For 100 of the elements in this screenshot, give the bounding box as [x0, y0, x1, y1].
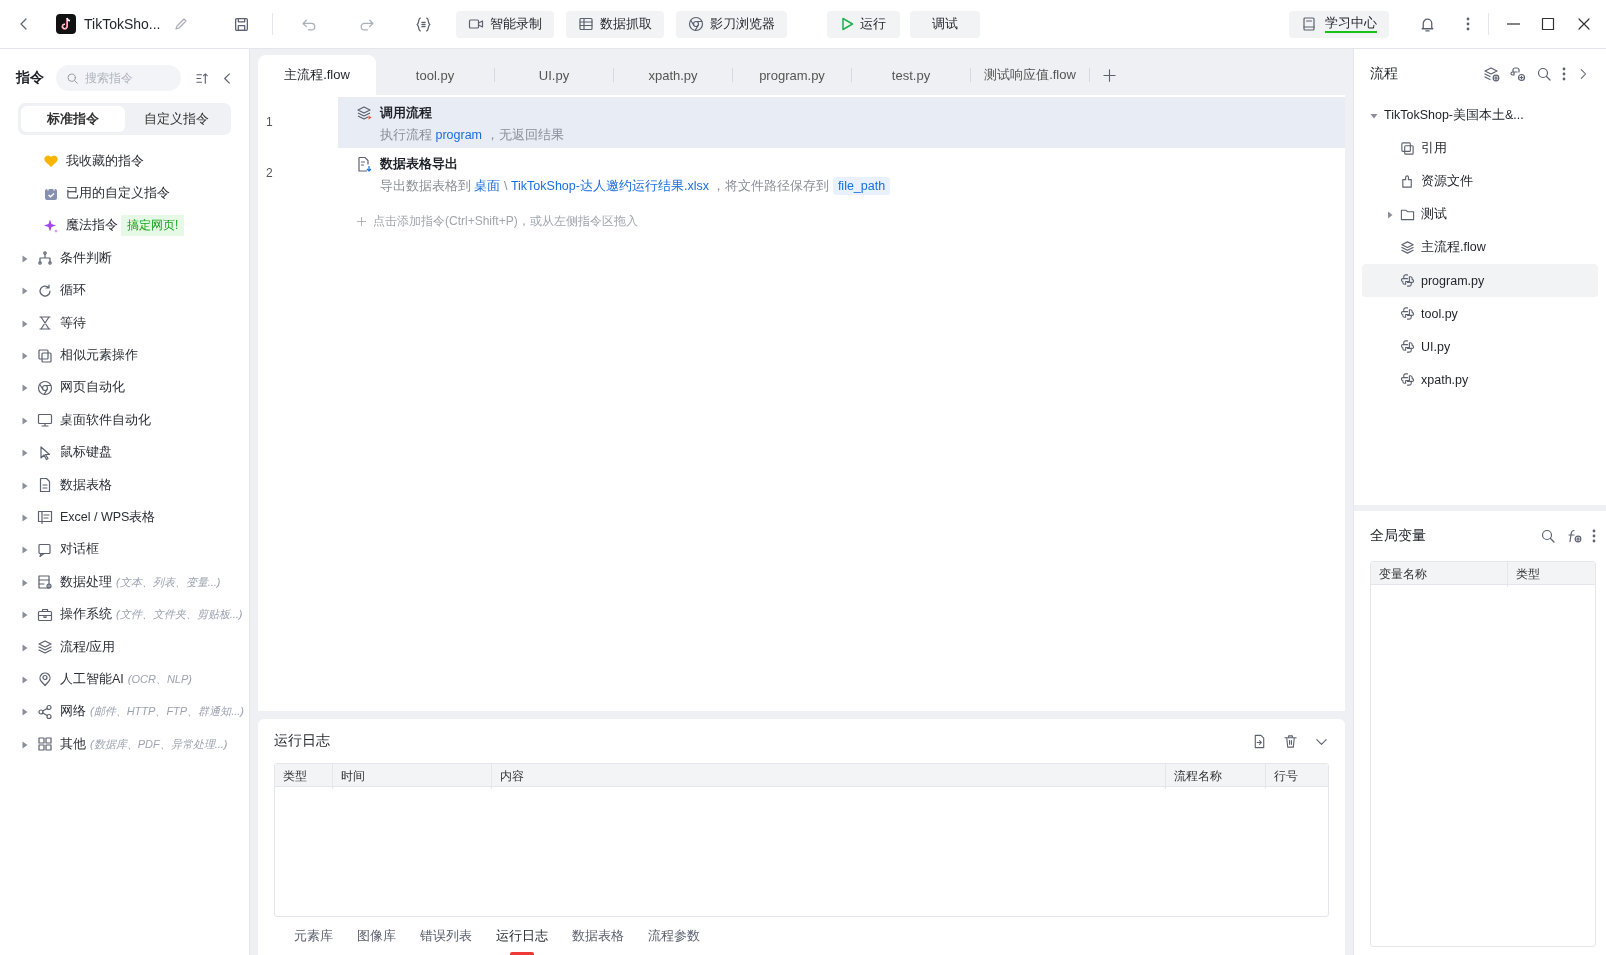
command-category[interactable]: 流程/应用	[0, 630, 249, 664]
tree-item[interactable]: UI.py	[1362, 330, 1598, 363]
expand-arrow-icon	[22, 740, 28, 749]
panel-title: 流程	[1370, 65, 1399, 83]
link[interactable]: 桌面	[474, 179, 501, 193]
search-field[interactable]: 搜索指令	[56, 65, 181, 91]
file-tab[interactable]: 测试响应值.flow	[971, 55, 1089, 95]
table-icon	[577, 16, 594, 32]
command-category[interactable]: 循环	[0, 274, 249, 307]
bottom-tab[interactable]: 运行日志	[484, 917, 560, 955]
command-category[interactable]: 数据表格	[0, 468, 249, 502]
tree-item[interactable]: TikTokShop-美国本土&...	[1362, 99, 1598, 132]
command-step[interactable]: 调用流程 执行流程 program ，无返回结果	[338, 97, 1345, 148]
grid-icon	[37, 736, 53, 753]
file-tab[interactable]: test.py	[852, 55, 970, 95]
command-category[interactable]: 鼠标键盘	[0, 436, 249, 469]
expand-arrow-icon	[22, 578, 28, 587]
command-category[interactable]: 操作系统 (文件、文件夹、剪贴板...)	[0, 598, 249, 631]
layers-icon	[37, 639, 53, 656]
debug-button[interactable]: 调试	[909, 10, 980, 38]
column-header: 类型	[1515, 566, 1541, 583]
close-button[interactable]	[1576, 16, 1592, 32]
expand-arrow-icon	[22, 352, 28, 361]
column-header: 变量名称	[1371, 562, 1508, 587]
search-icon[interactable]	[1540, 528, 1556, 544]
add-script-icon[interactable]	[1510, 66, 1526, 82]
hourglass-icon	[37, 315, 53, 332]
export-button[interactable]	[1252, 733, 1267, 749]
delete-button[interactable]	[1283, 733, 1298, 749]
command-category[interactable]: 条件判断	[0, 242, 249, 275]
tree-item[interactable]: 资源文件	[1362, 165, 1598, 198]
bottom-tab[interactable]: 流程参数	[636, 917, 712, 955]
tree-item[interactable]: xpath.py	[1362, 363, 1598, 396]
cursor-icon	[37, 444, 53, 461]
save-button[interactable]	[232, 15, 250, 33]
command-category[interactable]: 网络 (邮件、HTTP、FTP、群通知...)	[0, 695, 249, 729]
command-category[interactable]: 我收藏的指令	[0, 145, 249, 178]
document-icon	[356, 156, 372, 172]
sort-icon[interactable]	[195, 70, 210, 86]
learning-center-button[interactable]: 学习中心	[1289, 10, 1389, 38]
command-category[interactable]: Excel / WPS表格	[0, 501, 249, 534]
expand-arrow-icon[interactable]	[1370, 111, 1378, 120]
plus-icon	[356, 216, 367, 227]
command-category[interactable]: 已用的自定义指令	[0, 177, 249, 210]
file-tab[interactable]: UI.py	[495, 55, 613, 95]
add-function-icon[interactable]	[1566, 528, 1582, 544]
heart-icon	[43, 153, 59, 170]
command-step[interactable]: 数据表格导出 导出数据表格到 桌面 \ TikTokShop-达人邀约运行结果.xlsx ，将文件路径保存到 file_path	[338, 148, 1345, 199]
script-file-icon	[1400, 372, 1415, 387]
file-tab[interactable]: program.py	[733, 55, 851, 95]
expand-arrow-icon	[22, 611, 28, 620]
pin-icon	[37, 671, 53, 688]
file-tab[interactable]: 主流程.flow	[258, 55, 376, 95]
bottom-tab[interactable]: 数据表格	[560, 917, 636, 955]
more-icon[interactable]	[1466, 17, 1470, 31]
command-category[interactable]: 其他 (数据库、PDF、异常处理...)	[0, 728, 249, 761]
command-category[interactable]: 人工智能AI (OCR、NLP)	[0, 663, 249, 696]
variables-button[interactable]	[414, 15, 432, 33]
column-header: 时间	[333, 764, 492, 789]
maximize-button[interactable]	[1540, 16, 1556, 32]
more-icon[interactable]	[1592, 529, 1596, 543]
command-category[interactable]: 桌面软件自动化	[0, 404, 249, 437]
add-flow-icon[interactable]	[1484, 66, 1500, 82]
expand-arrow-icon[interactable]	[1386, 210, 1394, 219]
toolbar-button[interactable]: 数据抓取	[565, 10, 664, 38]
toolbar-button[interactable]: 影刀浏览器	[675, 10, 787, 38]
bottom-tab[interactable]: 图像库	[345, 917, 408, 955]
tree-item[interactable]: program.py	[1362, 264, 1598, 297]
bottom-tab[interactable]: 元素库	[282, 917, 345, 955]
variable-chip[interactable]: file_path	[832, 177, 891, 195]
tree-item[interactable]: 引用	[1362, 132, 1598, 165]
tree-item[interactable]: 主流程.flow	[1362, 231, 1598, 264]
command-category[interactable]: 对话框	[0, 533, 249, 567]
tree-item[interactable]: 测试	[1362, 198, 1598, 231]
step-title: 调用流程	[380, 105, 433, 122]
run-button[interactable]: 运行	[826, 10, 900, 38]
toolbar-button[interactable]: 智能录制	[455, 10, 554, 38]
file-tab[interactable]: xpath.py	[614, 55, 732, 95]
panel-title: 全局变量	[1370, 527, 1427, 545]
link[interactable]: TikTokShop-达人邀约运行结果.xlsx	[510, 179, 709, 193]
add-tab-button[interactable]	[1102, 67, 1117, 83]
line-number: 2	[265, 165, 274, 182]
command-category[interactable]: 魔法指令 搞定网页!	[0, 209, 249, 243]
command-category[interactable]: 网页自动化	[0, 371, 249, 405]
expand-arrow-icon	[22, 287, 28, 296]
tab[interactable]: 自定义指令	[124, 106, 228, 132]
more-icon[interactable]	[1562, 67, 1566, 81]
tab[interactable]: 标准指令	[21, 106, 125, 132]
command-category[interactable]: 等待	[0, 306, 249, 340]
command-category[interactable]: 数据处理 (文本、列表、变量...)	[0, 566, 249, 599]
search-icon[interactable]	[1536, 66, 1552, 82]
expand-arrow-icon	[22, 416, 28, 425]
file-tab[interactable]: tool.py	[376, 55, 494, 95]
link[interactable]: program	[435, 128, 483, 142]
tree-item[interactable]: tool.py	[1362, 297, 1598, 330]
branch-icon	[37, 250, 53, 267]
share-icon	[37, 703, 53, 720]
expand-arrow-icon	[22, 675, 28, 684]
command-category[interactable]: 相似元素操作	[0, 339, 249, 372]
bottom-tab[interactable]: 错误列表	[408, 917, 484, 955]
